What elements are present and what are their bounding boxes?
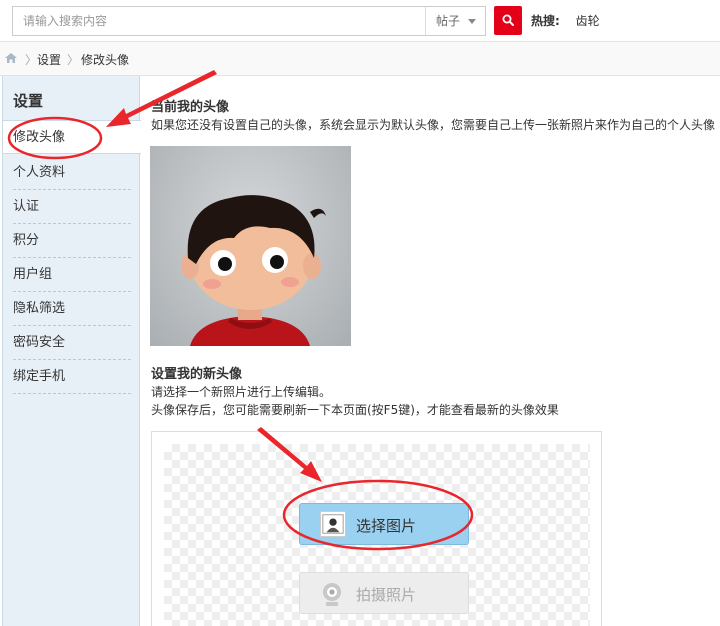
select-image-button[interactable]: 选择图片 [299, 503, 469, 545]
new-avatar-title: 设置我的新头像 [151, 367, 243, 382]
sidebar-item-password[interactable]: 密码安全 [13, 326, 131, 360]
current-avatar-description: 如果您还没有设置自己的头像，系统会显示为默认头像，您需要自己上传一张新照片来作为… [151, 118, 716, 132]
breadcrumb-item-current: 修改头像 [81, 53, 130, 67]
search-icon [502, 14, 514, 26]
webcam-icon [323, 583, 341, 606]
search-button[interactable] [494, 6, 522, 35]
photo-icon [320, 511, 346, 537]
hot-search-link[interactable]: 齿轮 [576, 14, 600, 28]
main-content: 当前我的头像 如果您还没有设置自己的头像，系统会显示为默认头像，您需要自己上传一… [150, 76, 720, 626]
new-avatar-refresh-hint: 头像保存后，您可能需要刷新一下本页面(按F5键)，才能查看最新的头像效果 [151, 403, 559, 417]
sidebar-item-points[interactable]: 积分 [13, 224, 131, 258]
breadcrumb-separator: 〉 [25, 53, 38, 67]
sidebar-item-verification[interactable]: 认证 [13, 190, 131, 224]
select-image-label: 选择图片 [356, 517, 417, 535]
hot-search-label: 热搜: [531, 14, 560, 28]
top-bar: 帖子 热搜: 齿轮 [0, 0, 720, 42]
home-icon[interactable] [4, 52, 18, 64]
search-input[interactable] [13, 7, 425, 35]
new-avatar-hint: 请选择一个新照片进行上传编辑。 [151, 385, 332, 399]
sidebar-item-usergroup[interactable]: 用户组 [13, 258, 131, 292]
upload-panel: 选择图片 拍摄照片 [151, 431, 602, 626]
breadcrumb-separator: 〉 [67, 53, 80, 67]
hot-search: 热搜: 齿轮 [531, 12, 600, 29]
search-scope-label: 帖子 [436, 14, 461, 28]
breadcrumb: 〉 设置 〉 修改头像 [0, 42, 720, 76]
current-avatar-title: 当前我的头像 [151, 100, 230, 115]
sidebar: 设置 修改头像 个人资料 认证 积分 用户组 隐私筛选 密码安全 绑定手机 [2, 76, 141, 626]
sidebar-item-bind-phone[interactable]: 绑定手机 [13, 360, 131, 394]
sidebar-title: 设置 [13, 92, 44, 110]
current-avatar-image [150, 146, 351, 346]
breadcrumb-item-settings[interactable]: 设置 [37, 51, 61, 68]
take-photo-label: 拍摄照片 [356, 586, 417, 604]
search-scope-select[interactable]: 帖子 [425, 7, 486, 35]
caret-down-icon [468, 19, 476, 24]
sidebar-item-privacy[interactable]: 隐私筛选 [13, 292, 131, 326]
sidebar-item-profile[interactable]: 个人资料 [13, 156, 131, 190]
take-photo-button[interactable]: 拍摄照片 [299, 572, 469, 614]
sidebar-item-avatar[interactable]: 修改头像 [3, 120, 141, 154]
search-box: 帖子 [12, 6, 486, 36]
